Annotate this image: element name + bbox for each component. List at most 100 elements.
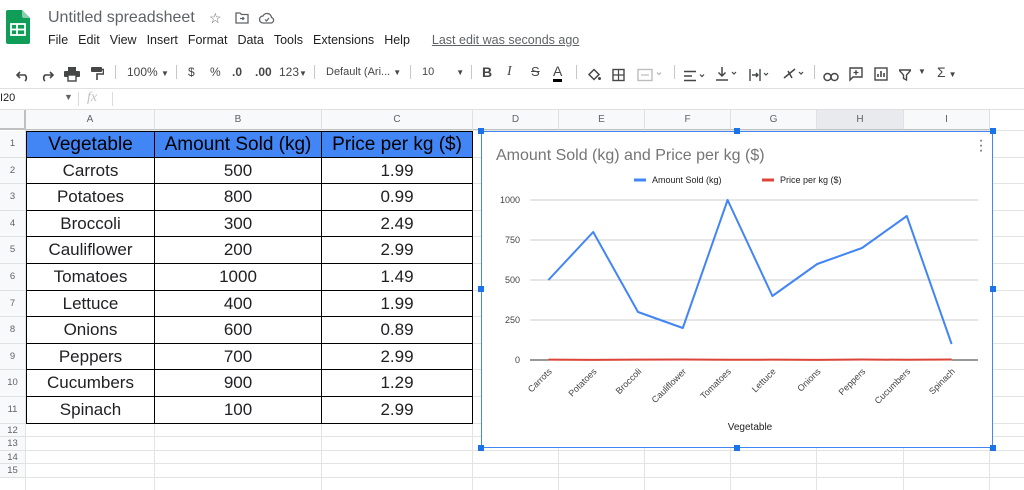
formula-input[interactable] (118, 92, 1008, 108)
select-all-corner[interactable] (0, 110, 26, 130)
insert-chart-icon[interactable] (874, 64, 888, 84)
redo-icon[interactable] (40, 66, 54, 86)
document-title[interactable]: Untitled spreadsheet (48, 9, 195, 27)
horizontal-align-icon[interactable] (684, 66, 706, 86)
embedded-chart[interactable]: Amount Sold (kg) and Price per kg ($) · ·… (481, 131, 993, 448)
table-cell[interactable]: 0.99 (322, 184, 473, 211)
table-cell[interactable]: 2.99 (322, 343, 473, 371)
paint-format-icon[interactable] (90, 64, 104, 84)
column-header-g[interactable]: G (731, 110, 817, 130)
table-cell[interactable]: Carrots (26, 157, 155, 185)
borders-icon[interactable] (612, 65, 625, 85)
column-header-f[interactable]: F (645, 110, 731, 130)
italic-button[interactable]: I (507, 62, 512, 82)
table-cell[interactable]: Cucumbers (26, 370, 155, 397)
column-header-d[interactable]: D (473, 110, 559, 130)
font-select[interactable]: Default (Ari... ▼ (326, 62, 401, 82)
row-header-6[interactable]: 6 (0, 264, 26, 291)
row-header-4[interactable]: 4 (0, 210, 26, 238)
vertical-align-icon[interactable] (716, 64, 738, 84)
bold-button[interactable]: B (482, 62, 492, 82)
row-header-13[interactable]: 13 (0, 437, 26, 451)
resize-handle-right[interactable] (990, 286, 996, 292)
menu-file[interactable]: File (48, 33, 68, 47)
table-cell[interactable]: 400 (155, 290, 322, 318)
row-header-10[interactable]: 10 (0, 370, 26, 397)
filter-icon[interactable] (899, 65, 911, 85)
row-header-3[interactable]: 3 (0, 184, 26, 211)
sheets-logo-icon[interactable] (6, 10, 30, 44)
insert-comment-icon[interactable] (849, 64, 863, 84)
menu-extensions[interactable]: Extensions (313, 33, 374, 47)
resize-handle-bottom[interactable] (734, 445, 740, 451)
resize-handle-top-right[interactable] (990, 128, 996, 134)
font-size-select[interactable]: 10 ▼ (422, 62, 464, 82)
row-header-12[interactable]: 12 (0, 423, 26, 438)
table-cell[interactable]: Cauliflower (26, 237, 155, 264)
row-header-2[interactable]: 2 (0, 157, 26, 185)
increase-decimal-button[interactable]: .00 (255, 62, 272, 82)
insert-link-icon[interactable] (823, 67, 839, 87)
table-cell[interactable]: 100 (155, 397, 322, 424)
fill-color-icon[interactable] (587, 65, 601, 85)
row-header-14[interactable]: 14 (0, 450, 26, 465)
more-formats-button[interactable]: 123▼ (279, 62, 307, 82)
format-percent-button[interactable]: % (210, 62, 221, 82)
column-header-c[interactable]: C (322, 110, 473, 130)
table-cell[interactable]: 800 (155, 184, 322, 211)
chevron-down-icon[interactable]: ▼ (918, 62, 926, 82)
print-icon[interactable] (64, 64, 80, 84)
column-header-i[interactable]: I (904, 110, 990, 130)
text-rotation-icon[interactable] (783, 64, 807, 84)
row-header-8[interactable]: 8 (0, 317, 26, 344)
menu-help[interactable]: Help (384, 33, 410, 47)
star-icon[interactable]: ☆ (209, 10, 222, 27)
table-cell[interactable]: 1.99 (322, 157, 473, 185)
table-cell[interactable]: Lettuce (26, 290, 155, 318)
table-cell[interactable]: Tomatoes (26, 264, 155, 291)
table-cell[interactable]: 1.29 (322, 370, 473, 397)
table-cell[interactable]: 1.49 (322, 264, 473, 291)
table-cell[interactable]: 2.99 (322, 237, 473, 264)
name-box[interactable]: I20 ▼ (0, 92, 75, 104)
table-cell[interactable]: 700 (155, 343, 322, 371)
table-cell[interactable]: Spinach (26, 397, 155, 424)
row-header-5[interactable]: 5 (0, 237, 26, 264)
column-header-b[interactable]: B (155, 110, 322, 130)
table-cell[interactable]: 200 (155, 237, 322, 264)
move-to-folder-icon[interactable] (235, 12, 249, 24)
resize-handle-top-left[interactable] (478, 128, 484, 134)
column-header-a[interactable]: A (26, 110, 155, 130)
table-cell[interactable]: 600 (155, 317, 322, 344)
table-header-cell[interactable]: Vegetable (26, 131, 155, 158)
row-header-11[interactable]: 11 (0, 397, 26, 424)
strikethrough-button[interactable]: S (531, 62, 540, 82)
menu-insert[interactable]: Insert (147, 33, 178, 47)
text-color-button[interactable]: A (553, 62, 563, 82)
table-cell[interactable]: 0.89 (322, 317, 473, 344)
column-header-e[interactable]: E (559, 110, 645, 130)
cloud-status-icon[interactable] (259, 12, 275, 24)
table-cell[interactable]: 300 (155, 210, 322, 238)
table-cell[interactable]: 1.99 (322, 290, 473, 318)
table-header-cell[interactable]: Amount Sold (kg) (155, 131, 322, 158)
table-cell[interactable]: 2.49 (322, 210, 473, 238)
merge-cells-icon[interactable] (637, 65, 663, 85)
row-header-1[interactable]: 1 (0, 131, 26, 158)
functions-button[interactable]: Σ ▼ (937, 62, 957, 82)
decrease-decimal-button[interactable]: .0 (232, 62, 242, 82)
menu-view[interactable]: View (110, 33, 137, 47)
row-header-7[interactable]: 7 (0, 290, 26, 318)
table-cell[interactable]: Potatoes (26, 184, 155, 211)
table-cell[interactable]: 900 (155, 370, 322, 397)
menu-edit[interactable]: Edit (78, 33, 100, 47)
undo-icon[interactable] (16, 66, 30, 86)
table-cell[interactable]: 500 (155, 157, 322, 185)
resize-handle-top[interactable] (734, 128, 740, 134)
menu-data[interactable]: Data (237, 33, 263, 47)
table-cell[interactable]: Peppers (26, 343, 155, 371)
table-header-cell[interactable]: Price per kg ($) (322, 131, 473, 158)
menu-tools[interactable]: Tools (274, 33, 303, 47)
text-wrapping-icon[interactable] (749, 65, 771, 85)
resize-handle-bottom-right[interactable] (990, 445, 996, 451)
